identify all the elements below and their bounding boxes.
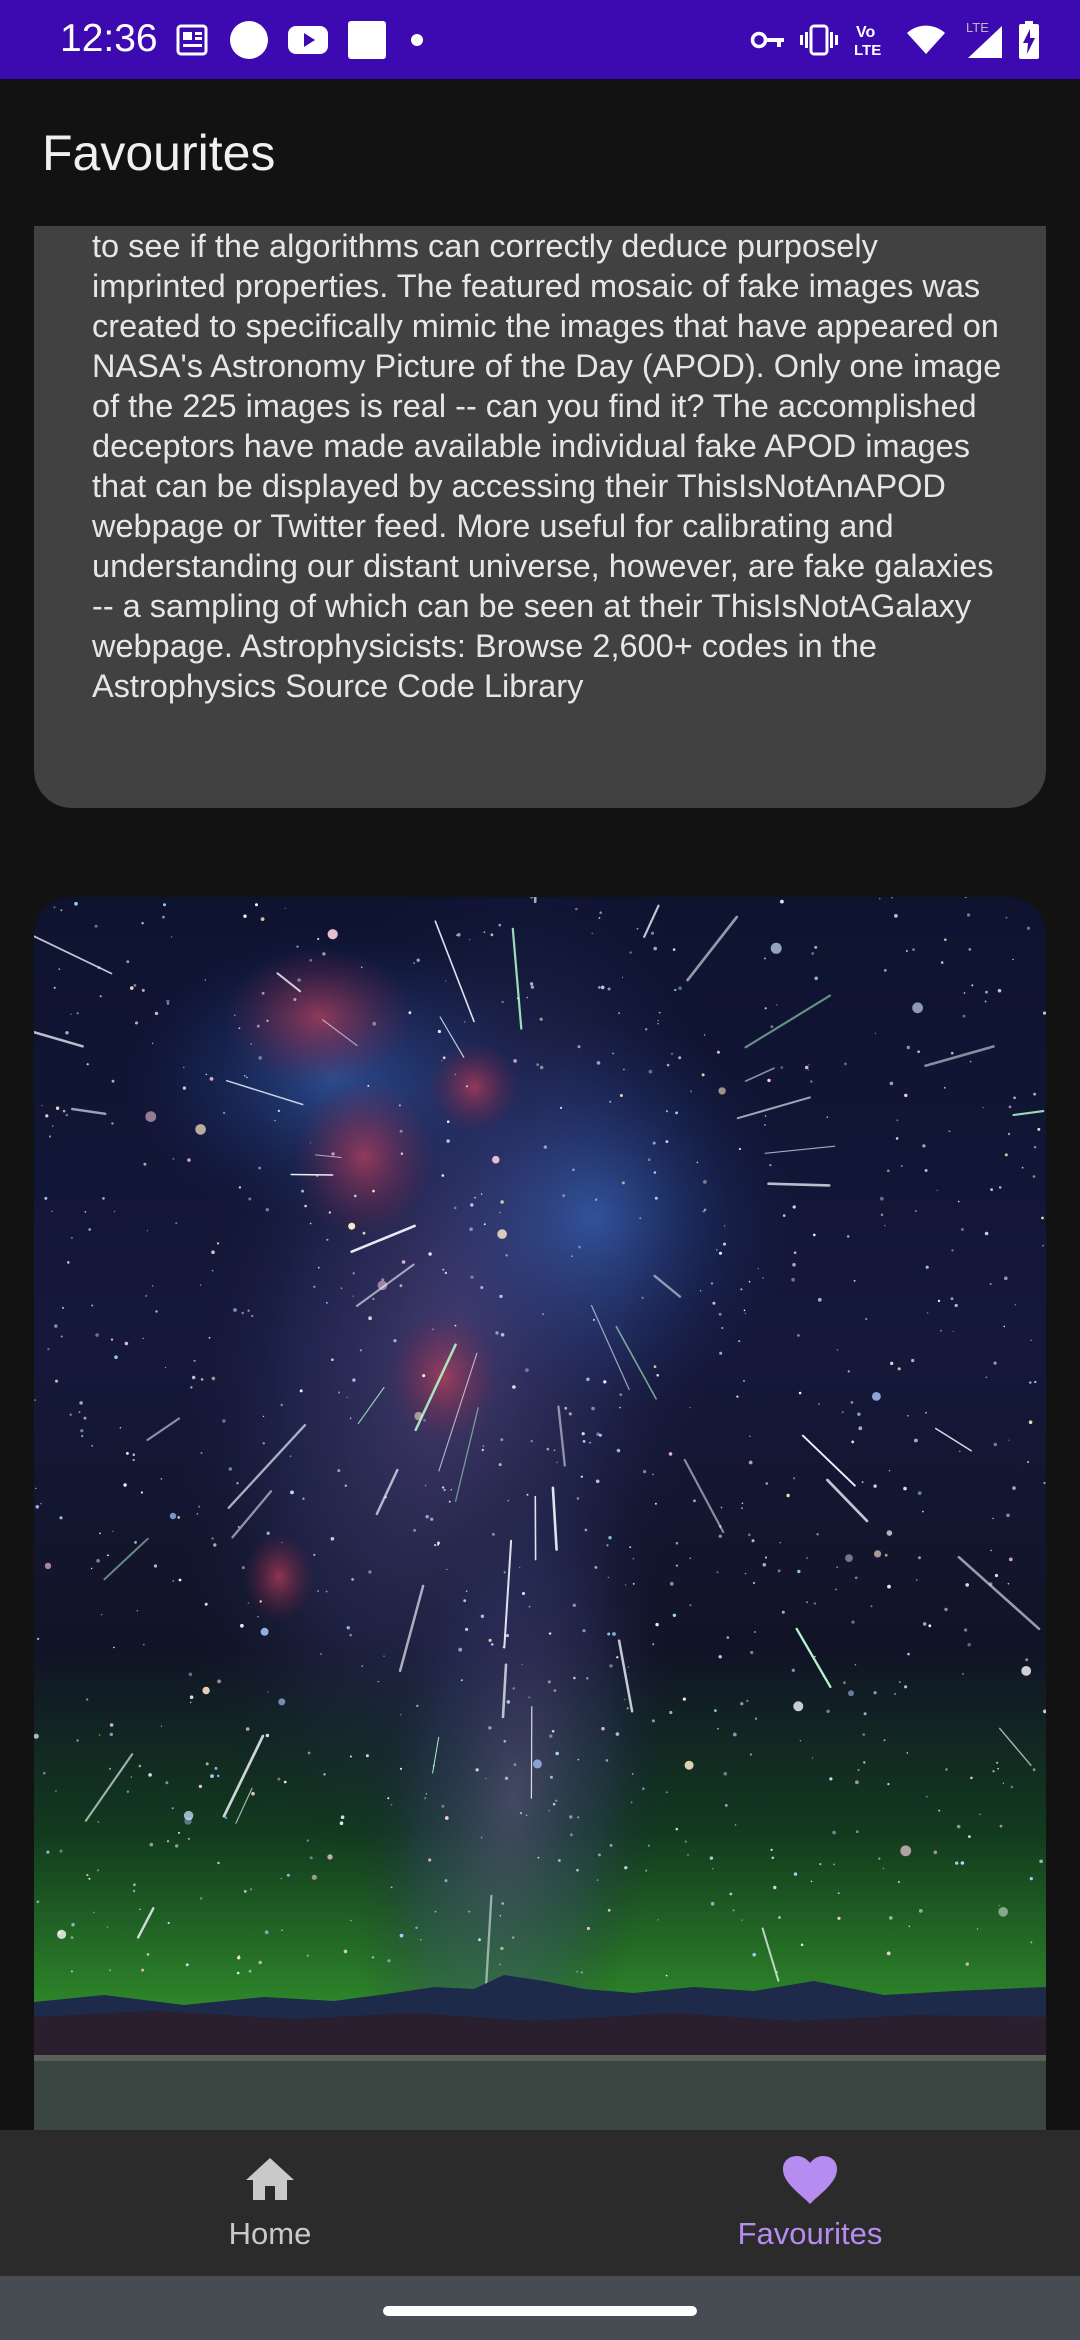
screen: 12:36 Vo LTE LTE Favourites to see if th… bbox=[0, 0, 1080, 2340]
lte-signal-icon: LTE bbox=[966, 20, 1002, 58]
square-icon bbox=[348, 21, 386, 59]
circle-icon bbox=[230, 21, 268, 59]
wifi-icon bbox=[907, 25, 945, 54]
volte-icon: Vo LTE bbox=[854, 24, 881, 59]
dot-icon bbox=[411, 34, 423, 46]
nav-label-home: Home bbox=[228, 2216, 312, 2251]
svg-text:LTE: LTE bbox=[854, 42, 881, 59]
status-system-icons: Vo LTE LTE bbox=[750, 18, 1040, 62]
svg-text:LTE: LTE bbox=[966, 20, 989, 35]
app-bar: Favourites bbox=[0, 79, 1080, 226]
gesture-navigation-area bbox=[0, 2276, 1080, 2340]
favourite-card-description[interactable]: to see if the algorithms can correctly d… bbox=[34, 226, 1046, 808]
status-bar: 12:36 Vo LTE LTE bbox=[0, 0, 1080, 79]
nav-item-home[interactable]: Home bbox=[0, 2130, 540, 2276]
nav-label-favourites: Favourites bbox=[737, 2216, 883, 2251]
status-notification-icons bbox=[175, 18, 429, 62]
battery-charging-icon bbox=[1019, 21, 1039, 59]
home-icon bbox=[246, 2158, 294, 2200]
gesture-handle[interactable] bbox=[383, 2306, 697, 2316]
vpn-key-icon bbox=[750, 31, 784, 49]
favourites-list[interactable]: to see if the algorithms can correctly d… bbox=[0, 226, 1080, 2130]
vibrate-icon bbox=[800, 24, 838, 56]
favourite-card-image[interactable] bbox=[34, 897, 1046, 2130]
news-icon bbox=[176, 24, 208, 56]
svg-text:Vo: Vo bbox=[856, 24, 875, 41]
page-title: Favourites bbox=[42, 125, 276, 181]
favourite-description-text: to see if the algorithms can correctly d… bbox=[92, 228, 1002, 704]
bottom-navigation: Home Favourites bbox=[0, 2130, 1080, 2276]
heart-icon bbox=[783, 2156, 837, 2204]
status-time: 12:36 bbox=[60, 17, 158, 60]
youtube-icon bbox=[288, 26, 328, 54]
night-sky-photo bbox=[34, 897, 1046, 2130]
nav-item-favourites[interactable]: Favourites bbox=[540, 2130, 1080, 2276]
